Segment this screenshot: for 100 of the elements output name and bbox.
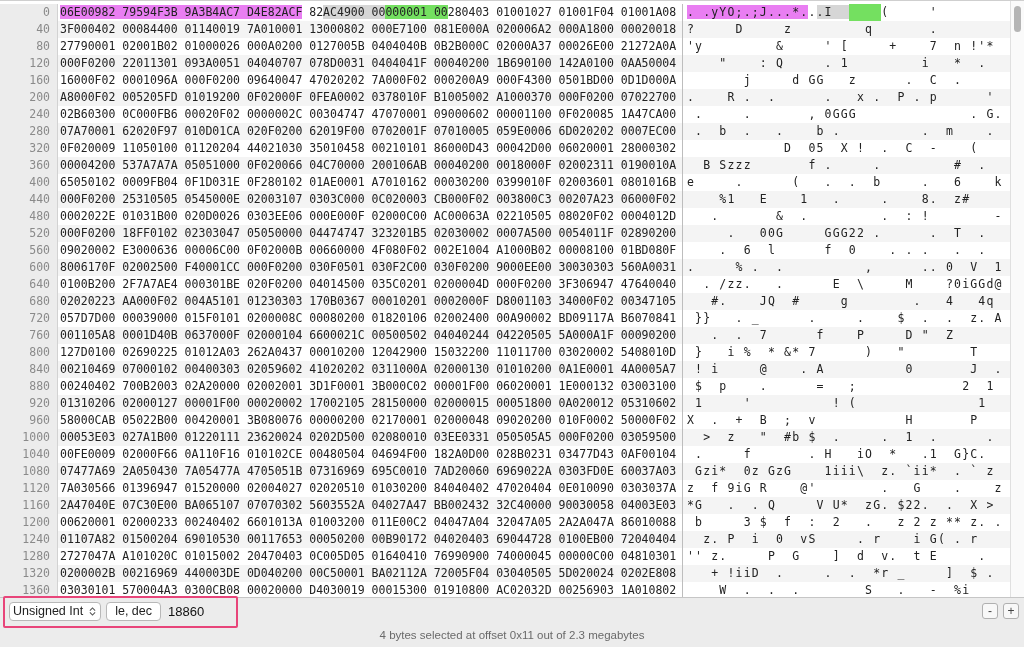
corner-button[interactable]: -	[982, 603, 998, 619]
hex-bytes: 00FE0009 02000F66 0A110F16 010102CE 00480504 04694F00 182A0D00 028B0231 03477D43 0AF00104	[60, 447, 677, 461]
offset-label: 600	[0, 259, 58, 276]
hex-bytes: 000F0200 25310505 0545000E 02003107 0303C000 0C020003 CB000F02 003800C3 00207A23 06000F02	[60, 192, 677, 206]
ascii-text: . & . . : ! -	[710, 209, 1003, 223]
scroll-thumb[interactable]	[1014, 6, 1021, 32]
hex-bytes: 82	[308, 5, 324, 19]
offset-label: 0	[0, 4, 58, 21]
offset-label: 1280	[0, 548, 58, 565]
hex-bytes: 8006170F 02002500 F40001CC 000F0200 030F0501 030F2C00 030F0200 9000EE00 30030303 560A0031	[60, 260, 677, 274]
offset-label: 1080	[0, 463, 58, 480]
offset-label: 1320	[0, 565, 58, 582]
ascii-text: . f . H iO * .1 G}C.	[694, 447, 987, 461]
hex-bytes: 03030101 570004A3 0300CB08 00020000 D4030019 00015300 01910800 AC02032D 00256903 1A010802	[60, 583, 677, 597]
ascii-text: } i % * &* 7 ) " T	[694, 345, 979, 359]
offset-label: 560	[0, 242, 58, 259]
ascii-text: B Szzz f . . # .	[702, 158, 987, 172]
ascii-text: ( '	[881, 5, 938, 19]
ascii-text: b 3 $ f : 2 . z 2 z ** z. .	[694, 515, 1003, 529]
offset-label: 240	[0, 106, 58, 123]
ascii-text: . R . . . x . P . p '	[687, 90, 995, 104]
ascii-text: e . ( . . b . 6 k	[687, 175, 1003, 189]
ascii-text: z f 9iG R @' . G . z	[687, 481, 1003, 495]
ascii-text: D 05 X ! . C - (	[783, 141, 979, 155]
hex-bytes: 09020002 E3000636 00006C00 0F02000B 00660000 4F080F02 002E1004 A1000B02 00008100 01BD080F	[60, 243, 677, 257]
offset-label: 80	[0, 38, 58, 55]
offset-label: 1240	[0, 531, 58, 548]
ascii-text: $ p . = ; 2 1	[694, 379, 995, 393]
hex-bytes: 01107A82 01500204 69010530 00117653 00050200 00B90172 04020403 69044728 0100EB00 72040404	[60, 532, 677, 546]
ascii-text: . . 7 f P D " Z	[710, 328, 955, 342]
highlighted-bytes: 06E00982 79594F3B 9A3B4AC7 D4E82ACF	[60, 5, 303, 19]
ascii-text: z. P i 0 vS . r i G( . r	[702, 532, 979, 546]
hex-bytes: 00210469 07000102 00400303 02059602 41020202 0311000A 02000130 01010200 0A1E0001 4A0005A7	[60, 362, 677, 376]
offset-label: 440	[0, 191, 58, 208]
offset-label: 1120	[0, 480, 58, 497]
ascii-text: j d GG z . C .	[742, 73, 963, 87]
ascii-text: . 6 l f 0 . . . . .	[718, 243, 987, 257]
type-dropdown[interactable]: Unsigned Int	[9, 601, 102, 621]
ascii-text: . 00G GGG22 . . T .	[726, 226, 987, 240]
offset-label: 880	[0, 378, 58, 395]
hex-bytes: 2727047A A101020C 01015002 20470403 0C005D05 01640410 76990900 74000045 00000C00 04810301	[60, 549, 677, 563]
hex-bytes: 3F000402 00084400 01140019 7A010001 13000802 000E7100 081E000A 020006A2 000A1800 00020018	[60, 22, 677, 36]
offset-label: 40	[0, 21, 58, 38]
ascii-text: Gzi* 0z GzG 1iii\ z. `ii* . ` z	[694, 464, 995, 478]
hex-bytes: 00240402 700B2003 02A20000 02002001 3D1F0001 3B000C02 00001F00 06020001 1E000132 03003100	[60, 379, 677, 393]
highlighted-bytes: 000001 00	[385, 5, 448, 19]
offset-label: 640	[0, 276, 58, 293]
hex-bytes: 0F020009 11050100 01120204 44021030 35010458 00210101 86000D43 00042D00 06020001 28000302	[60, 141, 677, 155]
ascii-text: }} . _ . . $ . . z. A	[694, 311, 1003, 325]
hex-bytes: 58000CAB 05022B00 00420001 3B080076 00000200 02170001 02000048 09020200 010F0002 50000F02	[60, 413, 677, 427]
highlighted-text: .I	[816, 5, 849, 19]
offset-label: 800	[0, 344, 58, 361]
ascii-text: > z " #b $ . . 1 . .	[702, 430, 995, 444]
ascii-text: W . . . S . - %i	[718, 583, 971, 597]
offset-label: 160	[0, 72, 58, 89]
hex-bytes: 7A030566 01396947 01520000 02004027 02020510 01030200 84040402 47020404 0E010090 0303037A	[60, 481, 677, 495]
offset-label: 320	[0, 140, 58, 157]
ascii-text: . % . . , .. 0 V 1	[687, 260, 1003, 274]
offset-label: 200	[0, 89, 58, 106]
offset-label: 760	[0, 327, 58, 344]
hex-bytes: 02B60300 0C000FB6 00020F02 0000002C 00304747 47070001 09000602 00001100 0F020085 1A47CA00	[60, 107, 677, 121]
hex-bytes: 00620001 02000233 00240402 6601013A 01003200 011E00C2 04047A04 32047A05 2A2A047A 86010088	[60, 515, 677, 529]
scrollbar[interactable]	[1010, 1, 1024, 597]
ascii-text: %1 E 1 . . 8. z#	[718, 192, 971, 206]
hex-bytes: 07A70001 62020F97 010D01CA 020F0200 62019F00 0702001F 07010005 059E0006 6D020202 0007EC00	[60, 124, 677, 138]
ascii-text: 'y & ' [ + 7 n !'*	[687, 39, 995, 53]
ascii-text: .	[808, 5, 817, 19]
offset-label: 840	[0, 361, 58, 378]
ascii-text: #. JQ # g . 4 4q	[710, 294, 995, 308]
hex-bytes: 000F0200 18FF0102 02303047 05050000 04474747 323201B5 02030002 0007A500 0054011F 02890200	[60, 226, 677, 240]
highlighted-bytes: AC4900 00	[323, 5, 386, 19]
ascii-text: . b . . b . . m .	[694, 124, 995, 138]
format-button[interactable]: le, dec	[106, 601, 162, 621]
value-text: 18860	[168, 603, 205, 619]
offset-label: 1000	[0, 429, 58, 446]
hex-bytes: 27790001 02001B02 01000026 000A0200 0127005B 0404040B 0B2B000C 02000A37 00026E00 21272A0A	[60, 39, 677, 53]
ascii-text: " : Q . 1 i * .	[718, 56, 987, 70]
offset-label: 120	[0, 55, 58, 72]
hex-bytes: A8000F02 005205FD 01019200 0F02000F 0FEA0002 0378010F B1005002 A1000370 000F0200 07022700	[60, 90, 677, 104]
hex-bytes: 057D7D00 00039000 015F0101 0200008C 00080200 01820106 02002400 00A90002 BD09117A B6070841	[60, 311, 677, 325]
updown-caret-icon	[89, 605, 97, 617]
hex-bytes: 00053E03 027A1B00 01220111 23620024 0202D500 02080010 03EE0331 050505A5 000F0200 03059500	[60, 430, 677, 444]
offset-label: 720	[0, 310, 58, 327]
offset-label: 520	[0, 225, 58, 242]
hex-bytes: 02020223 AA000F02 004A5101 01230303 170B0367 00010201 0002000F D8001103 34000F02 00347105	[60, 294, 677, 308]
hex-bytes: 000F0200 22011301 093A0051 04040707 078D0031 0404041F 00040200 1B690100 142A0100 0AA50004	[60, 56, 677, 70]
hex-bytes: 07477A69 2A050430 7A05477A 4705051B 07316969 695C0010 7AD20060 6969022A 0303FD0E 60037A03	[60, 464, 677, 478]
hex-bytes: 2A47040E 07C30E00 BA065107 07070302 5603552A 04027A47 BB002432 32C40000 90030058 04003E03	[60, 498, 677, 512]
hex-bytes: 0200002B 00216969 440003DE 0D040200 00C50001 BA02112A 72005F04 03040505 5D020024 0202E808	[60, 566, 677, 580]
offset-label: 680	[0, 293, 58, 310]
hex-bytes: 01310206 02000127 00001F00 00020002 17002105 28150000 02000015 00051800 0A020012 05310602	[60, 396, 677, 410]
hex-bytes: 0100B200 2F7A7AE4 000301BE 020F0200 04014500 035C0201 0200004D 000F0200 3F306947 47640040	[60, 277, 677, 291]
hex-bytes: 00004200 537A7A7A 05051000 0F020066 04C70000 200106AB 00040200 0018000F 02002311 0190010A	[60, 158, 677, 172]
hex-bytes: 127D0100 02690225 01012A03 262A0437 00010200 12042900 15032200 11011700 03020002 5408010D	[60, 345, 677, 359]
corner-button[interactable]: +	[1003, 603, 1019, 619]
offset-label: 400	[0, 174, 58, 191]
ascii-text: ? D z q .	[687, 22, 938, 36]
offset-label: 920	[0, 395, 58, 412]
ascii-text: X . + B ; v H P	[687, 413, 979, 427]
hex-bytes: 16000F02 0001096A 000F0200 09640047 47020202 7A000F02 000200A9 000F4300 0501BD00 0D1D000A	[60, 73, 677, 87]
